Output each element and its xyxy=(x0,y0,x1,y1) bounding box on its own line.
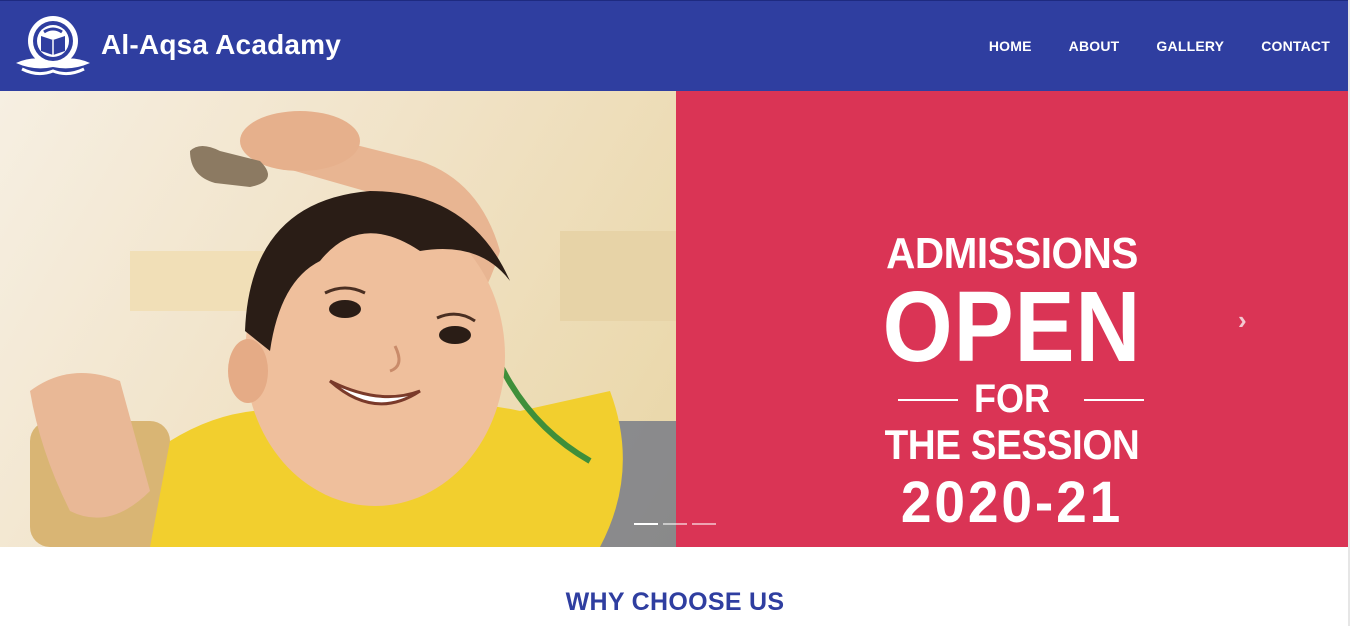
chevron-right-icon[interactable]: › xyxy=(1238,307,1258,333)
hero-photo xyxy=(0,91,676,547)
hero-carousel[interactable]: ADMISSIONS OPEN FOR THE SESSION 2020-21 … xyxy=(0,91,1348,547)
carousel-indicator[interactable] xyxy=(663,523,687,525)
carousel-indicator[interactable] xyxy=(692,523,716,525)
nav-home[interactable]: HOME xyxy=(989,38,1032,54)
nav-gallery[interactable]: GALLERY xyxy=(1156,38,1224,54)
brand-name[interactable]: Al-Aqsa Acadamy xyxy=(101,29,341,61)
session-text: THE SESSION xyxy=(884,421,1140,468)
main-nav: HOME ABOUT GALLERY CONTACT xyxy=(952,38,1330,54)
carousel-indicator[interactable] xyxy=(634,523,658,525)
section-heading: WHY CHOOSE US xyxy=(565,588,785,616)
site-header: Al-Aqsa Acadamy HOME ABOUT GALLERY CONTA… xyxy=(0,0,1348,91)
open-text: OPEN xyxy=(882,271,1142,383)
carousel-indicators xyxy=(634,523,716,525)
school-logo xyxy=(16,16,90,76)
brand[interactable]: Al-Aqsa Acadamy xyxy=(14,11,341,81)
for-text: FOR xyxy=(974,377,1050,421)
nav-about[interactable]: ABOUT xyxy=(1069,38,1120,54)
year-text: 2020-21 xyxy=(900,470,1124,535)
child-illustration xyxy=(30,111,676,547)
nav-contact[interactable]: CONTACT xyxy=(1261,38,1330,54)
